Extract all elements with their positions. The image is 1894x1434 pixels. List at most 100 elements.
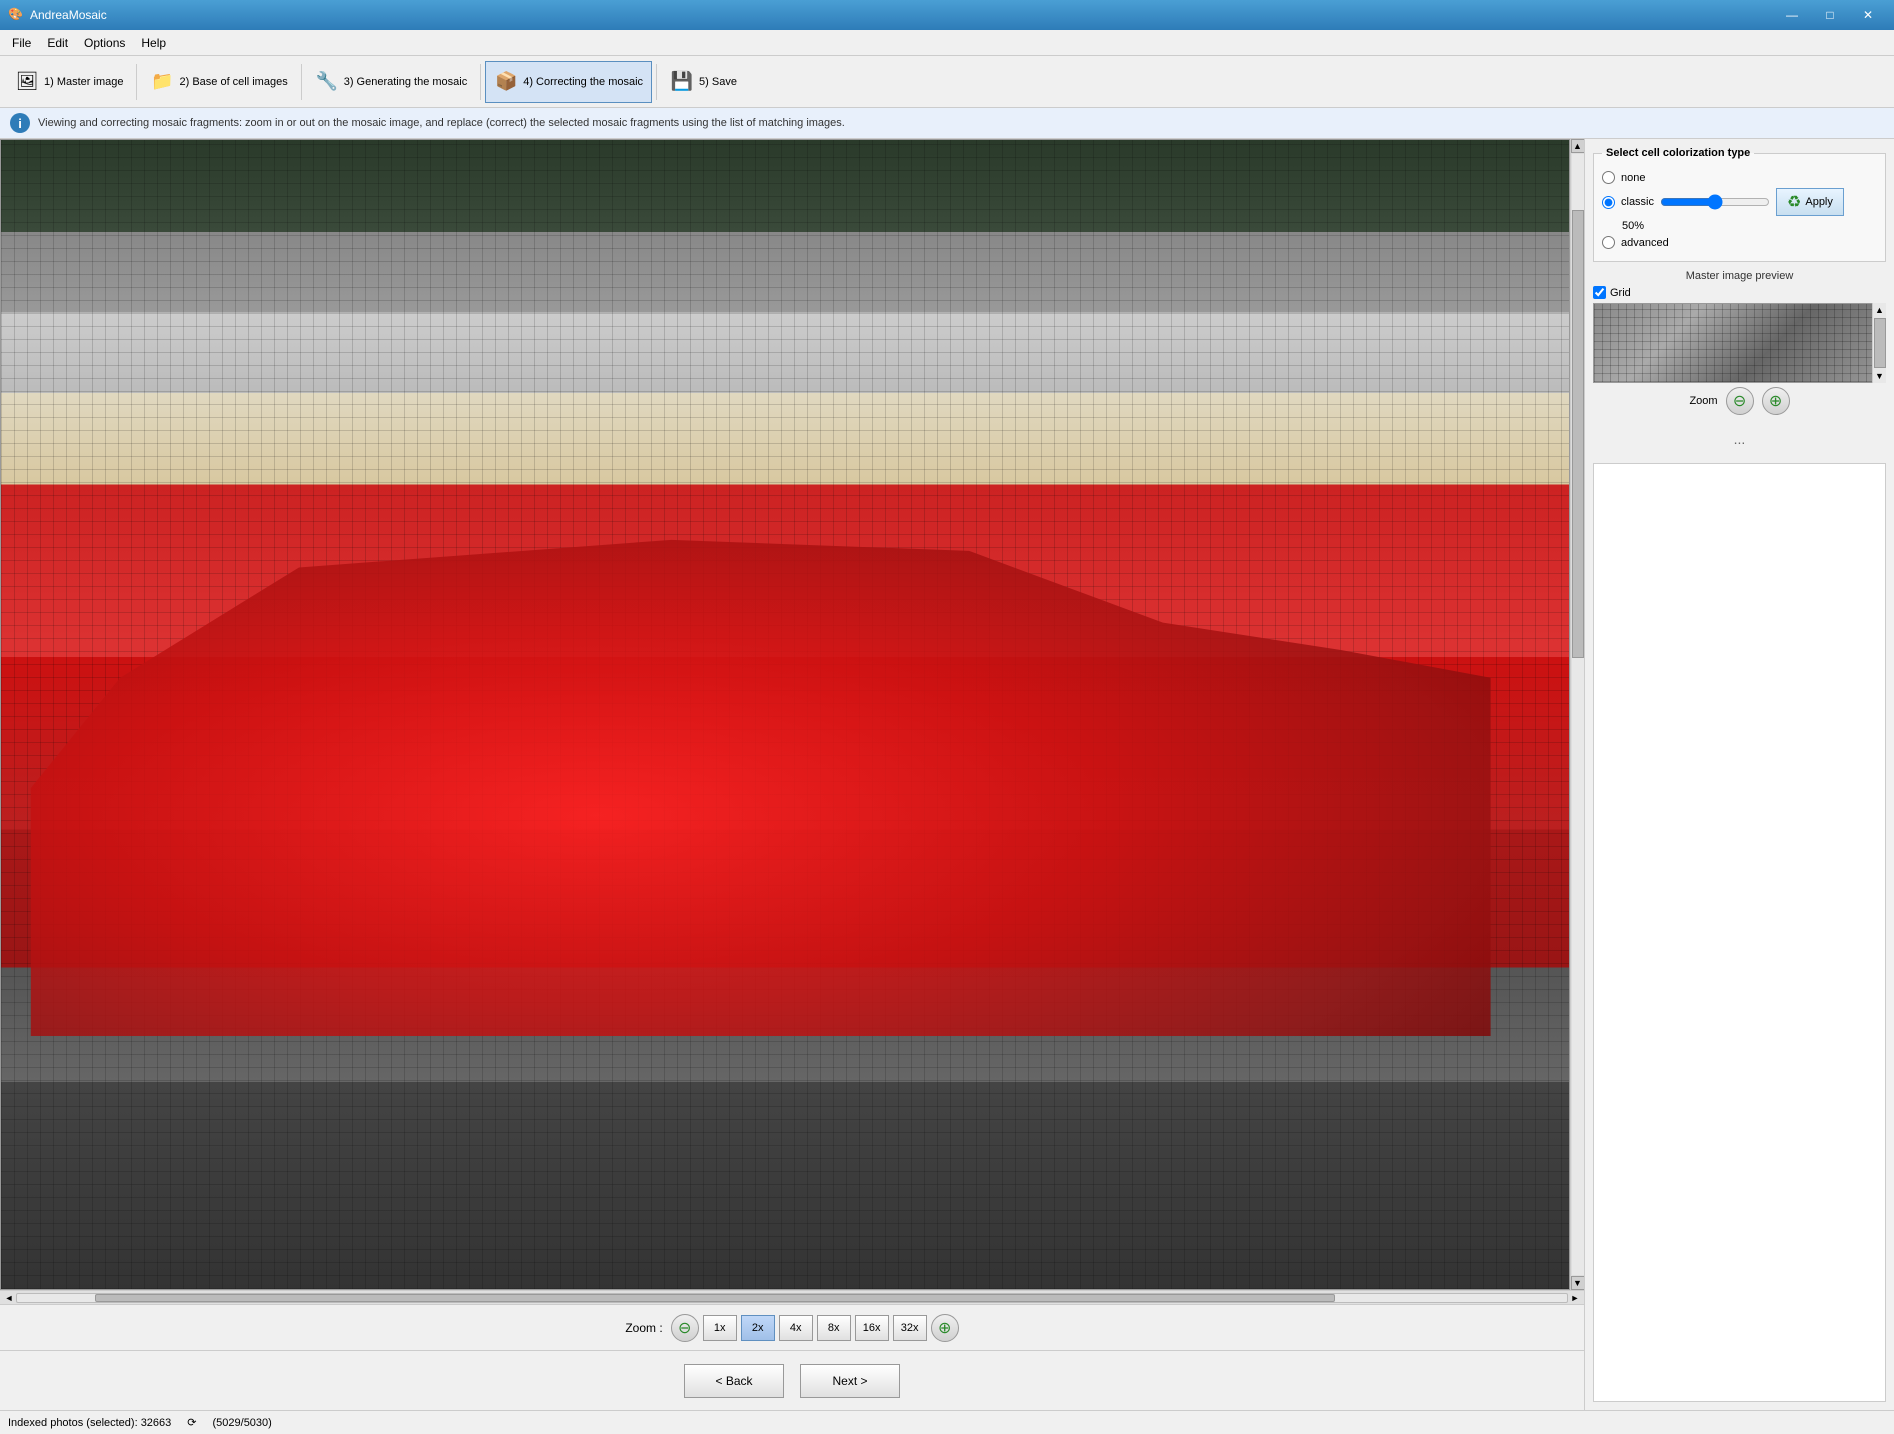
preview-vscrollbar[interactable]: ▲ ▼ bbox=[1872, 303, 1886, 383]
zoom-16x-button[interactable]: 16x bbox=[855, 1315, 889, 1341]
toolbar-step-generate[interactable]: 🔧 3) Generating the mosaic bbox=[306, 61, 477, 103]
nav-buttons: < Back Next > bbox=[0, 1350, 1584, 1410]
scroll-up-arrow[interactable]: ▲ bbox=[1571, 139, 1585, 153]
save-icon: 💾 bbox=[670, 70, 694, 94]
dots-label: ... bbox=[1593, 423, 1886, 455]
h-scroll-left-arrow[interactable]: ◄ bbox=[2, 1293, 16, 1303]
preview-image bbox=[1593, 303, 1886, 383]
radio-classic-row: classic ♻ Apply bbox=[1602, 188, 1877, 216]
toolbar-step-save-label: 5) Save bbox=[699, 76, 737, 88]
h-scroll-track[interactable] bbox=[16, 1293, 1568, 1303]
toolbar-sep-4 bbox=[656, 64, 657, 100]
right-panel: Select cell colorization type none class… bbox=[1584, 139, 1894, 1410]
v-scroll-thumb[interactable] bbox=[1572, 210, 1584, 658]
next-button[interactable]: Next > bbox=[800, 1364, 900, 1398]
correct-icon: 📦 bbox=[494, 70, 518, 94]
app-icon: 🎨 bbox=[8, 7, 24, 23]
toolbar-sep-3 bbox=[480, 64, 481, 100]
toolbar-step-master[interactable]: 🖼 1) Master image bbox=[6, 61, 132, 103]
image-container[interactable] bbox=[0, 139, 1570, 1290]
generate-icon: 🔧 bbox=[315, 70, 339, 94]
close-button[interactable]: ✕ bbox=[1850, 5, 1886, 25]
radio-none-row: none bbox=[1602, 171, 1877, 184]
horizontal-scrollbar[interactable]: ◄ ► bbox=[0, 1290, 1584, 1304]
toolbar-step-correct[interactable]: 📦 4) Correcting the mosaic bbox=[485, 61, 652, 103]
title-bar-title: AndreaMosaic bbox=[30, 8, 107, 22]
toolbar-sep-2 bbox=[301, 64, 302, 100]
colorization-title: Select cell colorization type bbox=[1602, 147, 1754, 159]
zoom-controls: Zoom : ⊖ 1x 2x 4x 8x 16x 32x ⊕ bbox=[0, 1304, 1584, 1350]
toolbar-sep-1 bbox=[136, 64, 137, 100]
radio-classic[interactable] bbox=[1602, 196, 1615, 209]
mosaic-canvas bbox=[1, 140, 1569, 1289]
right-content-area bbox=[1593, 463, 1886, 1402]
grid-check-row: Grid bbox=[1593, 286, 1886, 299]
grid-label[interactable]: Grid bbox=[1610, 287, 1631, 299]
master-icon: 🖼 bbox=[15, 70, 39, 94]
radio-advanced-label[interactable]: advanced bbox=[1621, 237, 1669, 249]
zoom-plus-button[interactable]: ⊕ bbox=[931, 1314, 959, 1342]
scroll-down-arrow[interactable]: ▼ bbox=[1571, 1276, 1585, 1290]
grid-checkbox[interactable] bbox=[1593, 286, 1606, 299]
preview-section: Master image preview Grid ▲ ▼ Zoom ⊖ ⊕ bbox=[1593, 270, 1886, 415]
toolbar-step-master-label: 1) Master image bbox=[44, 76, 123, 88]
main-content: ▲ ▼ ◄ ► Zoom : ⊖ 1x 2x 4x 8x 16x 32x bbox=[0, 139, 1894, 1410]
slider-value-display: 50% bbox=[1602, 220, 1877, 232]
back-button[interactable]: < Back bbox=[684, 1364, 784, 1398]
right-zoom-plus-button[interactable]: ⊕ bbox=[1762, 387, 1790, 415]
zoom-label: Zoom : bbox=[625, 1321, 662, 1335]
status-icon: ⟳ bbox=[187, 1416, 196, 1429]
image-area-wrapper: ▲ ▼ bbox=[0, 139, 1584, 1290]
toolbar-step-base-label: 2) Base of cell images bbox=[179, 76, 287, 88]
preview-title: Master image preview bbox=[1593, 270, 1886, 282]
classic-slider[interactable] bbox=[1660, 194, 1770, 210]
radio-advanced[interactable] bbox=[1602, 236, 1615, 249]
zoom-label-right: Zoom bbox=[1689, 395, 1717, 407]
v-scroll-track[interactable] bbox=[1571, 153, 1585, 1276]
zoom-minus-button[interactable]: ⊖ bbox=[671, 1314, 699, 1342]
apply-button[interactable]: ♻ Apply bbox=[1776, 188, 1844, 216]
title-bar-left: 🎨 AndreaMosaic bbox=[8, 7, 107, 23]
zoom-4x-button[interactable]: 4x bbox=[779, 1315, 813, 1341]
radio-classic-label[interactable]: classic bbox=[1621, 196, 1654, 208]
zoom-2x-button[interactable]: 2x bbox=[741, 1315, 775, 1341]
minimize-button[interactable]: — bbox=[1774, 5, 1810, 25]
toolbar-step-generate-label: 3) Generating the mosaic bbox=[344, 76, 468, 88]
radio-none[interactable] bbox=[1602, 171, 1615, 184]
preview-container: ▲ ▼ bbox=[1593, 303, 1886, 383]
status-bar: Indexed photos (selected): 32663 ⟳ (5029… bbox=[0, 1410, 1894, 1434]
base-icon: 📁 bbox=[150, 70, 174, 94]
apply-icon: ♻ bbox=[1787, 192, 1801, 212]
status-indexed: Indexed photos (selected): 32663 bbox=[8, 1417, 171, 1429]
zoom-8x-button[interactable]: 8x bbox=[817, 1315, 851, 1341]
maximize-button[interactable]: □ bbox=[1812, 5, 1848, 25]
menu-help[interactable]: Help bbox=[133, 33, 174, 53]
left-panel: ▲ ▼ ◄ ► Zoom : ⊖ 1x 2x 4x 8x 16x 32x bbox=[0, 139, 1584, 1410]
info-icon: i bbox=[10, 113, 30, 133]
toolbar-step-correct-label: 4) Correcting the mosaic bbox=[523, 76, 643, 88]
zoom-32x-button[interactable]: 32x bbox=[893, 1315, 927, 1341]
toolbar-step-base[interactable]: 📁 2) Base of cell images bbox=[141, 61, 296, 103]
menu-file[interactable]: File bbox=[4, 33, 39, 53]
toolbar-step-save[interactable]: 💾 5) Save bbox=[661, 61, 746, 103]
right-zoom-controls: Zoom ⊖ ⊕ bbox=[1593, 387, 1886, 415]
menu-options[interactable]: Options bbox=[76, 33, 133, 53]
right-zoom-minus-button[interactable]: ⊖ bbox=[1726, 387, 1754, 415]
zoom-1x-button[interactable]: 1x bbox=[703, 1315, 737, 1341]
slider-row bbox=[1660, 194, 1770, 210]
apply-label: Apply bbox=[1805, 196, 1833, 208]
menu-edit[interactable]: Edit bbox=[39, 33, 76, 53]
title-bar: 🎨 AndreaMosaic — □ ✕ bbox=[0, 0, 1894, 30]
info-bar: i Viewing and correcting mosaic fragment… bbox=[0, 108, 1894, 139]
vertical-scrollbar[interactable]: ▲ ▼ bbox=[1570, 139, 1584, 1290]
radio-advanced-row: advanced bbox=[1602, 236, 1877, 249]
h-scroll-thumb[interactable] bbox=[95, 1294, 1335, 1302]
colorization-group: Select cell colorization type none class… bbox=[1593, 147, 1886, 262]
status-progress: (5029/5030) bbox=[213, 1417, 272, 1429]
menu-bar: File Edit Options Help bbox=[0, 30, 1894, 56]
h-scroll-right-arrow[interactable]: ► bbox=[1568, 1293, 1582, 1303]
title-bar-controls: — □ ✕ bbox=[1774, 5, 1886, 25]
radio-none-label[interactable]: none bbox=[1621, 172, 1645, 184]
toolbar: 🖼 1) Master image 📁 2) Base of cell imag… bbox=[0, 56, 1894, 108]
info-text: Viewing and correcting mosaic fragments:… bbox=[38, 117, 845, 129]
